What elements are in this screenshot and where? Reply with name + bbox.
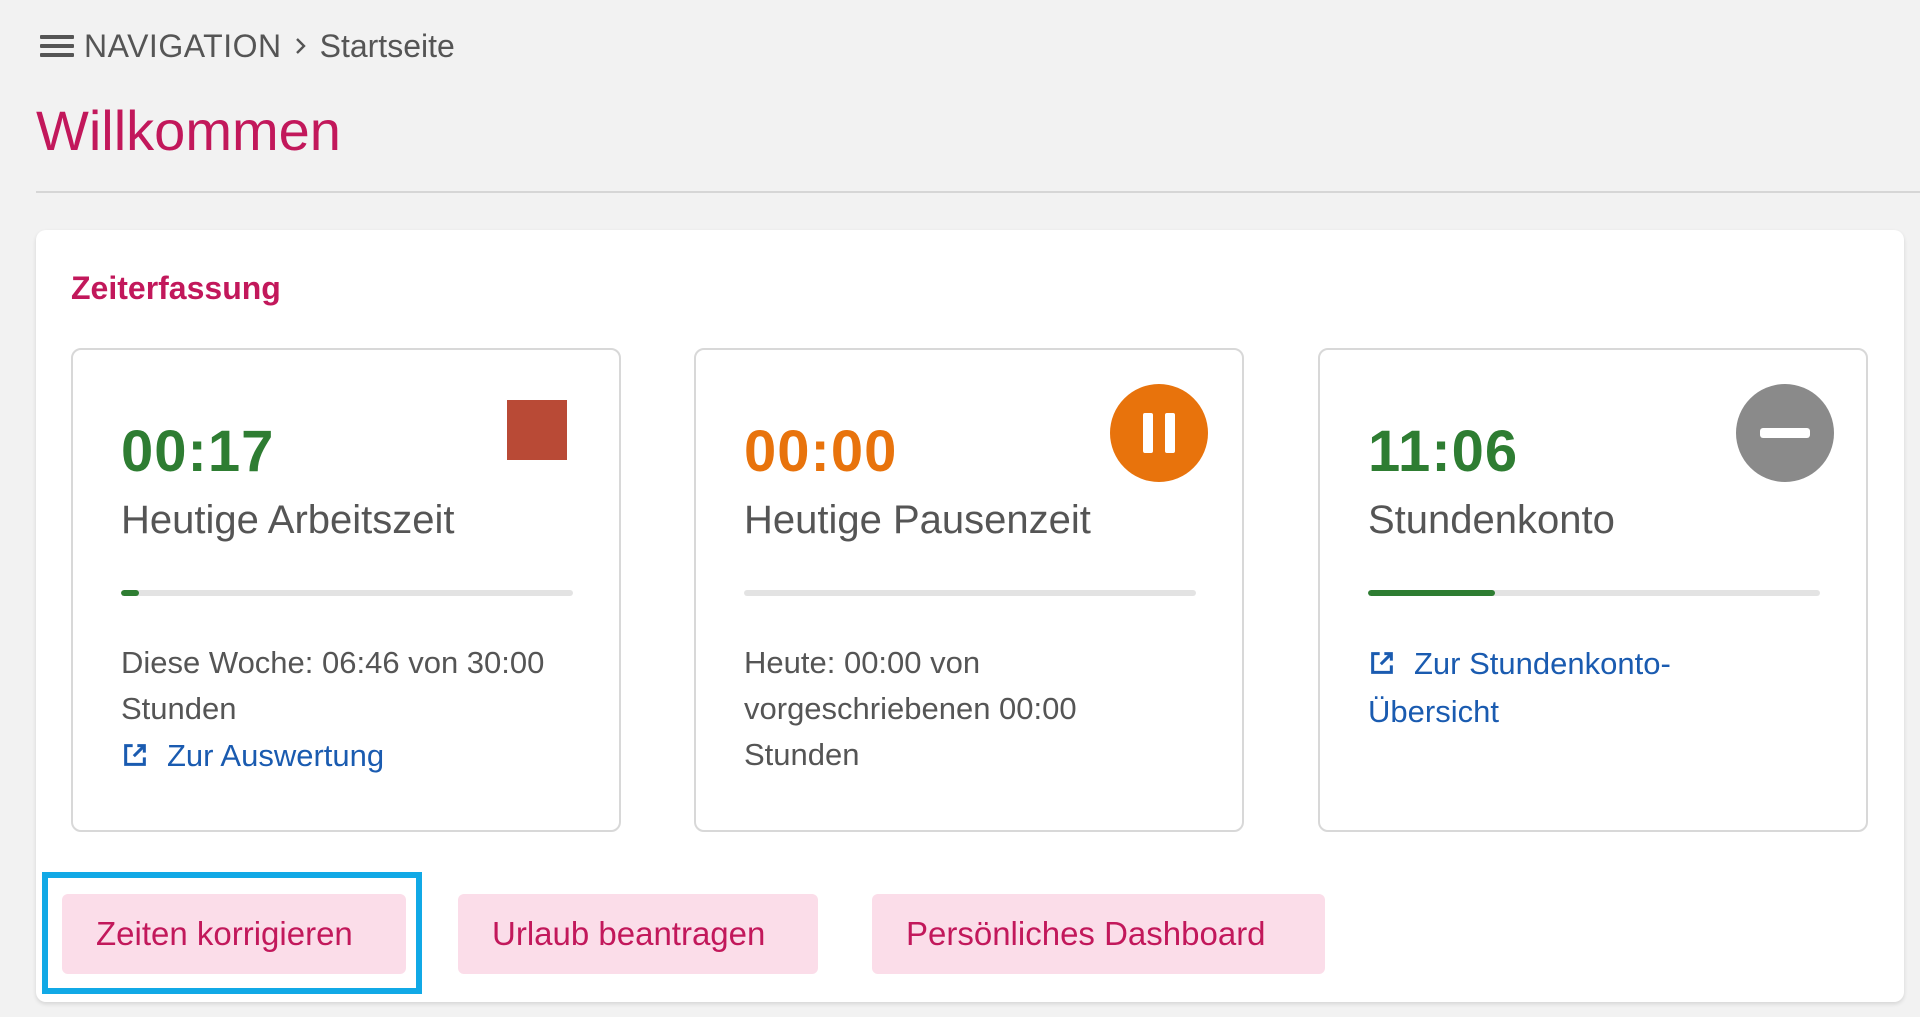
- hour-account-label: Stundenkonto: [1368, 498, 1615, 542]
- chevron-right-icon: [295, 38, 306, 54]
- break-time-label: Heutige Pausenzeit: [744, 498, 1091, 542]
- work-time-value: 00:17: [121, 419, 275, 484]
- time-tracking-card: Zeiterfassung 00:17 Heutige Arbeitszeit …: [36, 230, 1904, 1002]
- external-link-icon: [1371, 652, 1393, 674]
- external-link-icon: [124, 744, 146, 766]
- hour-account-overview-link[interactable]: Zur Stundenkonto-Übersicht: [1368, 640, 1728, 736]
- menu-icon[interactable]: [40, 33, 74, 59]
- work-time-progress-fill: [121, 590, 140, 596]
- evaluation-link[interactable]: Zur Auswertung: [121, 732, 384, 780]
- break-time-tile: 00:00 Heutige Pausenzeit Heute: 00:00 vo…: [694, 348, 1244, 832]
- break-time-description: Heute: 00:00 von vorgeschriebenen 00:00 …: [744, 645, 1077, 772]
- break-time-value: 00:00: [744, 419, 898, 484]
- personal-dashboard-button[interactable]: Persönliches Dashboard: [872, 894, 1325, 974]
- section-title: Zeiterfassung: [71, 270, 281, 306]
- page: NAVIGATION Startseite Willkommen Zeiterf…: [0, 0, 1920, 1017]
- minus-icon[interactable]: [1736, 384, 1834, 482]
- work-time-description: Diese Woche: 06:46 von 30:00 Stunden: [121, 645, 545, 726]
- work-time-progress: [121, 590, 573, 596]
- hour-account-value: 11:06: [1368, 419, 1519, 484]
- hour-account-tile: 11:06 Stundenkonto Zur Stundenkonto-Über…: [1318, 348, 1868, 832]
- hour-account-progress: [1368, 590, 1820, 596]
- hour-account-progress-fill: [1368, 590, 1495, 596]
- stop-icon[interactable]: [507, 400, 567, 460]
- pause-icon[interactable]: [1110, 384, 1208, 482]
- request-vacation-button[interactable]: Urlaub beantragen: [458, 894, 818, 974]
- breadcrumb-current: Startseite: [319, 27, 455, 64]
- title-divider: [36, 191, 1920, 193]
- work-time-label: Heutige Arbeitszeit: [121, 498, 455, 542]
- breadcrumb: NAVIGATION Startseite: [40, 24, 455, 68]
- breadcrumb-navigation[interactable]: NAVIGATION: [84, 28, 282, 65]
- evaluation-link-label: Zur Auswertung: [167, 738, 385, 773]
- break-time-progress: [744, 590, 1196, 596]
- work-time-tile: 00:17 Heutige Arbeitszeit Diese Woche: 0…: [71, 348, 621, 832]
- hour-account-overview-link-label: Zur Stundenkonto-Übersicht: [1368, 646, 1671, 729]
- page-title: Willkommen: [36, 99, 341, 162]
- correct-times-button[interactable]: Zeiten korrigieren: [62, 894, 406, 974]
